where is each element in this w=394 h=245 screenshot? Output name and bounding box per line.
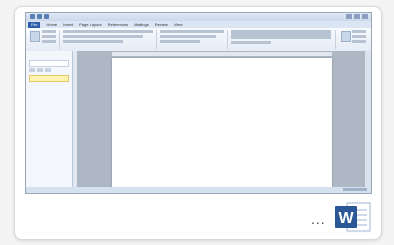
nav-selected-heading: [29, 75, 69, 82]
status-bar: [26, 187, 371, 193]
tab-page-layout: Page Layout: [79, 21, 102, 27]
document-thumbnail[interactable]: File Home Insert Page Layout References …: [25, 12, 372, 194]
redo-icon: [44, 14, 49, 19]
ribbon: [26, 28, 371, 52]
vertical-ruler: [73, 51, 77, 187]
word-icon-letter: W: [338, 210, 354, 227]
word-file-icon: W: [335, 202, 371, 232]
navigation-pane: [26, 51, 73, 187]
maximize-icon: [354, 14, 360, 19]
nav-search-box: [29, 60, 69, 67]
close-icon: [362, 14, 368, 19]
zoom-slider: [343, 188, 367, 191]
tab-references: References: [107, 21, 129, 27]
save-icon: [30, 14, 35, 19]
font-group: [63, 30, 153, 48]
minimize-icon: [346, 14, 352, 19]
blank-page: [112, 58, 332, 190]
tab-review: Review: [154, 21, 168, 27]
file-name-truncated[interactable]: ...: [311, 211, 326, 227]
undo-icon: [37, 14, 42, 19]
find-icon: [341, 31, 351, 42]
vertical-scrollbar: [365, 51, 371, 187]
paste-icon: [30, 31, 40, 42]
card-footer: ... W: [15, 197, 381, 239]
file-card[interactable]: File Home Insert Page Layout References …: [14, 6, 382, 240]
horizontal-ruler: [112, 52, 332, 56]
tab-insert: Insert: [63, 21, 74, 27]
ribbon-tabs: File Home Insert Page Layout References …: [26, 21, 371, 28]
paragraph-group: [160, 30, 224, 48]
tab-view: View: [173, 21, 183, 27]
window-controls: [346, 14, 368, 19]
styles-group: [231, 30, 331, 48]
title-bar: [26, 13, 371, 21]
quick-access-toolbar: [30, 14, 49, 19]
nav-tabs: [29, 68, 51, 72]
tab-file: File: [28, 21, 41, 28]
clipboard-group: [42, 30, 56, 48]
tab-home: Home: [46, 21, 58, 27]
tab-mailings: Mailings: [134, 21, 149, 27]
editing-group: [352, 30, 366, 48]
